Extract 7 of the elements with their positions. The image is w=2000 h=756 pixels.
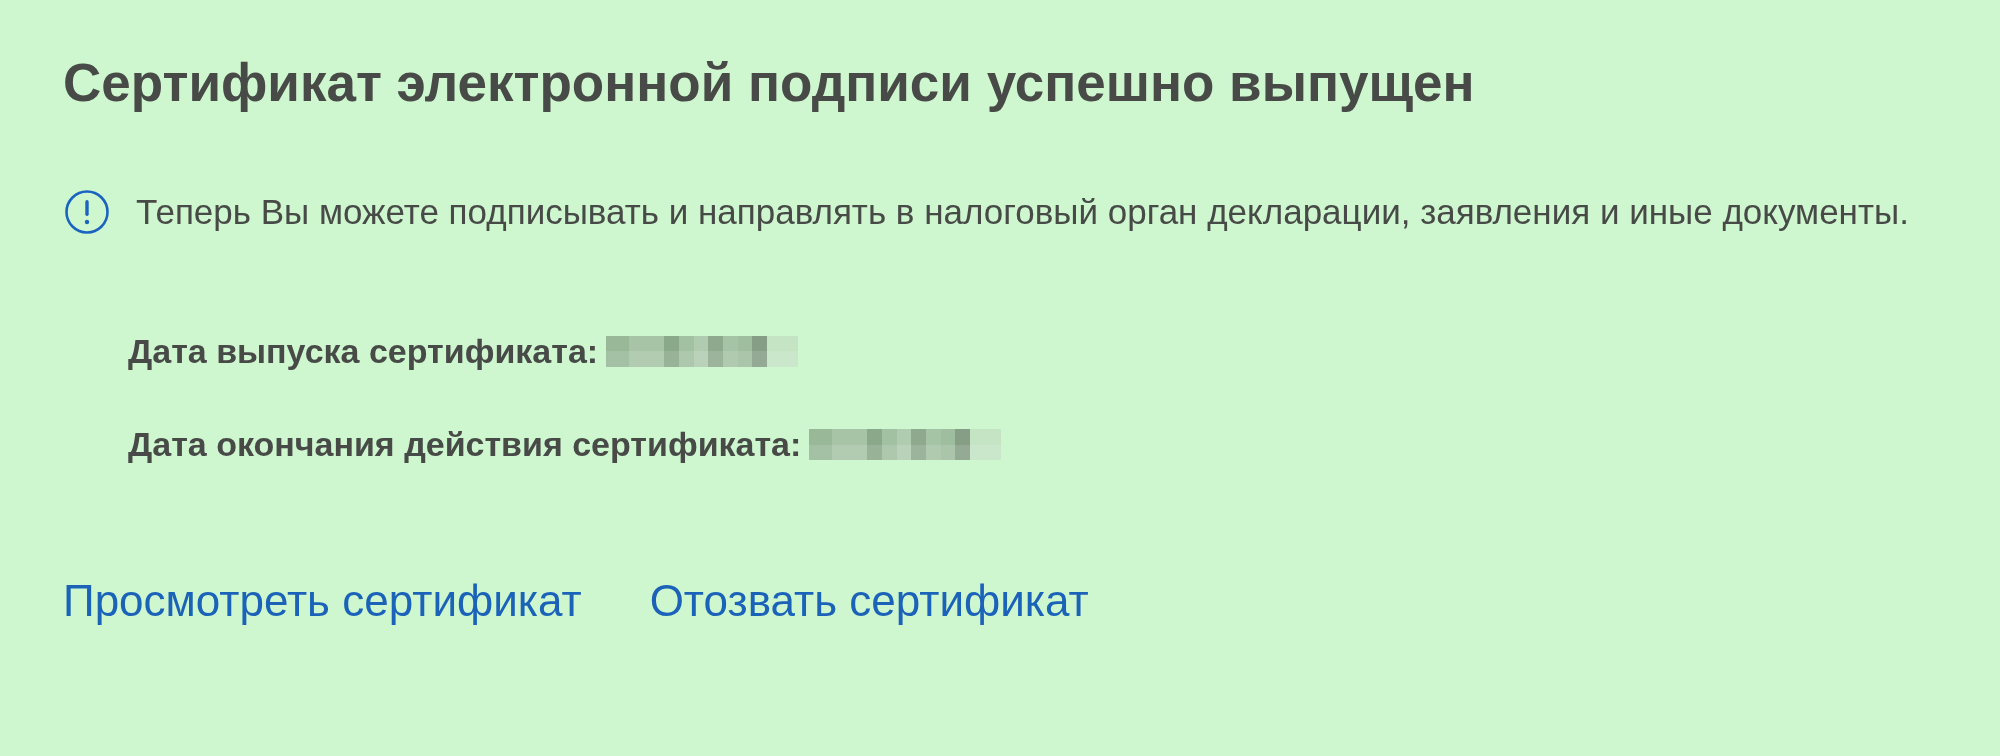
detail-label: Дата окончания действия сертификата: — [128, 424, 802, 464]
detail-label: Дата выпуска сертификата: — [128, 331, 599, 371]
page-title: Сертификат электронной подписи успешно выпущен — [63, 52, 1475, 114]
certificate-link[interactable]: Отозвать сертификат — [649, 576, 1089, 626]
exclamation-circle-icon — [65, 190, 109, 234]
notice-text: Теперь Вы можете подписывать и направлять в налоговый орган декларации, заявления и иные документы. — [136, 191, 1909, 233]
certificate-link[interactable]: Просмотреть сертификат — [63, 576, 582, 626]
